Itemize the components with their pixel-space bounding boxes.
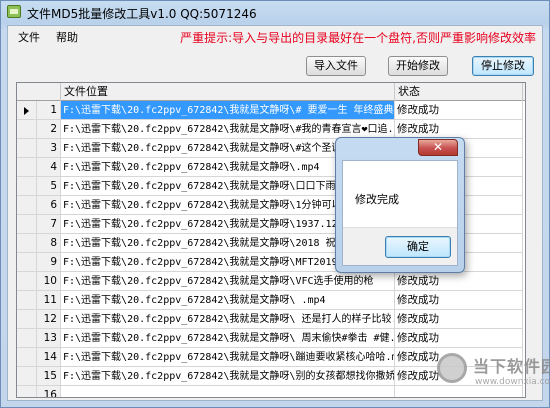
row-number: 15 bbox=[37, 367, 61, 386]
row-indicator[interactable] bbox=[17, 177, 37, 196]
table-row[interactable]: 13 F:\迅雷下载\20.fc2ppv_672842\我就是文静呀\ 周末偷快#… bbox=[17, 329, 525, 348]
row-number: 3 bbox=[37, 139, 61, 158]
file-path-cell[interactable]: F:\迅雷下载\20.fc2ppv_672842\我就是文静呀\别的女孩都想找你… bbox=[61, 367, 395, 386]
row-number: 5 bbox=[37, 177, 61, 196]
row-indicator[interactable] bbox=[17, 253, 37, 272]
row-number: 7 bbox=[37, 215, 61, 234]
row-number: 10 bbox=[37, 272, 61, 291]
app-icon bbox=[7, 5, 21, 18]
dialog-footer: 确定 bbox=[343, 227, 457, 265]
table-row[interactable]: 12 F:\迅雷下载\20.fc2ppv_672842\我就是文静呀\ 还是打人的… bbox=[17, 310, 525, 329]
status-cell[interactable]: 修改成功 bbox=[395, 101, 523, 120]
file-path-cell[interactable]: F:\迅雷下载\20.fc2ppv_672842\我就是文静呀\ 周末偷快#拳击… bbox=[61, 329, 395, 348]
menu-help[interactable]: 帮助 bbox=[56, 29, 78, 45]
header-status[interactable]: 状态 bbox=[395, 83, 523, 101]
menu-file[interactable]: 文件 bbox=[18, 29, 40, 45]
row-indicator[interactable] bbox=[17, 348, 37, 367]
row-indicator[interactable] bbox=[17, 386, 37, 397]
row-number: 12 bbox=[37, 310, 61, 329]
grid-header: 文件位置 状态 bbox=[17, 83, 525, 101]
file-path-cell[interactable] bbox=[61, 386, 395, 397]
row-indicator[interactable] bbox=[17, 272, 37, 291]
table-row[interactable]: 11 F:\迅雷下载\20.fc2ppv_672842\我就是文静呀\ .mp4 修… bbox=[17, 291, 525, 310]
watermark: 当下软件园 www.downxia.com bbox=[437, 347, 550, 403]
row-indicator[interactable] bbox=[17, 329, 37, 348]
file-path-cell[interactable]: F:\迅雷下载\20.fc2ppv_672842\我就是文静呀\ .mp4 bbox=[61, 291, 395, 310]
row-indicator[interactable] bbox=[17, 139, 37, 158]
file-path-cell[interactable]: F:\迅雷下载\20.fc2ppv_672842\我就是文静呀\VFC选手使用的… bbox=[61, 272, 395, 291]
current-row-arrow-icon bbox=[24, 107, 29, 115]
row-indicator[interactable] bbox=[17, 367, 37, 386]
dialog-ok-button[interactable]: 确定 bbox=[385, 236, 451, 258]
title-bar: 文件MD5批量修改工具v1.0 QQ:5071246 bbox=[1, 1, 549, 23]
import-button[interactable]: 导入文件 bbox=[306, 56, 366, 76]
watermark-url: www.downxia.com bbox=[475, 377, 550, 387]
row-number: 13 bbox=[37, 329, 61, 348]
start-button[interactable]: 开始修改 bbox=[388, 56, 448, 76]
dialog-close-button[interactable]: ✕ bbox=[418, 139, 458, 156]
stop-button[interactable]: 停止修改 bbox=[472, 56, 534, 76]
row-indicator[interactable] bbox=[17, 158, 37, 177]
dialog-body: 修改完成 确定 bbox=[342, 160, 458, 266]
row-number: 1 bbox=[37, 101, 61, 120]
message-dialog: ✕ 修改完成 确定 bbox=[335, 137, 465, 273]
watermark-text: 当下软件园 bbox=[473, 357, 550, 376]
row-number: 2 bbox=[37, 120, 61, 139]
header-corner bbox=[17, 83, 61, 101]
status-cell[interactable]: 修改成功 bbox=[395, 329, 523, 348]
main-window: 文件MD5批量修改工具v1.0 QQ:5071246 文件 帮助 严重提示:导入… bbox=[0, 0, 550, 408]
row-indicator[interactable] bbox=[17, 310, 37, 329]
row-indicator[interactable] bbox=[17, 196, 37, 215]
table-row[interactable]: 1 F:\迅雷下载\20.fc2ppv_672842\我就是文静呀\# 要爱一生 … bbox=[17, 101, 525, 120]
dialog-message: 修改完成 bbox=[355, 193, 399, 206]
row-number: 14 bbox=[37, 348, 61, 367]
row-indicator[interactable] bbox=[17, 120, 37, 139]
file-path-cell[interactable]: F:\迅雷下载\20.fc2ppv_672842\我就是文静呀\ 还是打人的样子… bbox=[61, 310, 395, 329]
row-number: 11 bbox=[37, 291, 61, 310]
row-indicator[interactable] bbox=[17, 291, 37, 310]
row-indicator[interactable] bbox=[17, 234, 37, 253]
row-number: 16 bbox=[37, 386, 61, 397]
status-cell[interactable]: 修改成功 bbox=[395, 310, 523, 329]
window-title: 文件MD5批量修改工具v1.0 QQ:5071246 bbox=[27, 7, 257, 21]
warning-text: 严重提示:导入与导出的目录最好在一个盘符,否则严重影响修改效率 bbox=[180, 31, 536, 45]
row-number: 8 bbox=[37, 234, 61, 253]
row-number: 6 bbox=[37, 196, 61, 215]
status-cell[interactable]: 修改成功 bbox=[395, 272, 523, 291]
file-path-cell[interactable]: F:\迅雷下载\20.fc2ppv_672842\我就是文静呀\# 要爱一生 年… bbox=[61, 101, 395, 120]
menu-bar: 文件 帮助 严重提示:导入与导出的目录最好在一个盘符,否则严重影响修改效率 bbox=[8, 26, 542, 46]
file-path-cell[interactable]: F:\迅雷下载\20.fc2ppv_672842\我就是文静呀\蹦迪要收紧核心哈… bbox=[61, 348, 395, 367]
table-row[interactable]: 10 F:\迅雷下载\20.fc2ppv_672842\我就是文静呀\VFC选手使… bbox=[17, 272, 525, 291]
row-number: 4 bbox=[37, 158, 61, 177]
watermark-logo-icon bbox=[437, 353, 467, 383]
row-number: 9 bbox=[37, 253, 61, 272]
header-path[interactable]: 文件位置 bbox=[61, 83, 395, 101]
status-cell[interactable]: 修改成功 bbox=[395, 291, 523, 310]
row-indicator[interactable] bbox=[17, 101, 37, 120]
row-indicator[interactable] bbox=[17, 215, 37, 234]
